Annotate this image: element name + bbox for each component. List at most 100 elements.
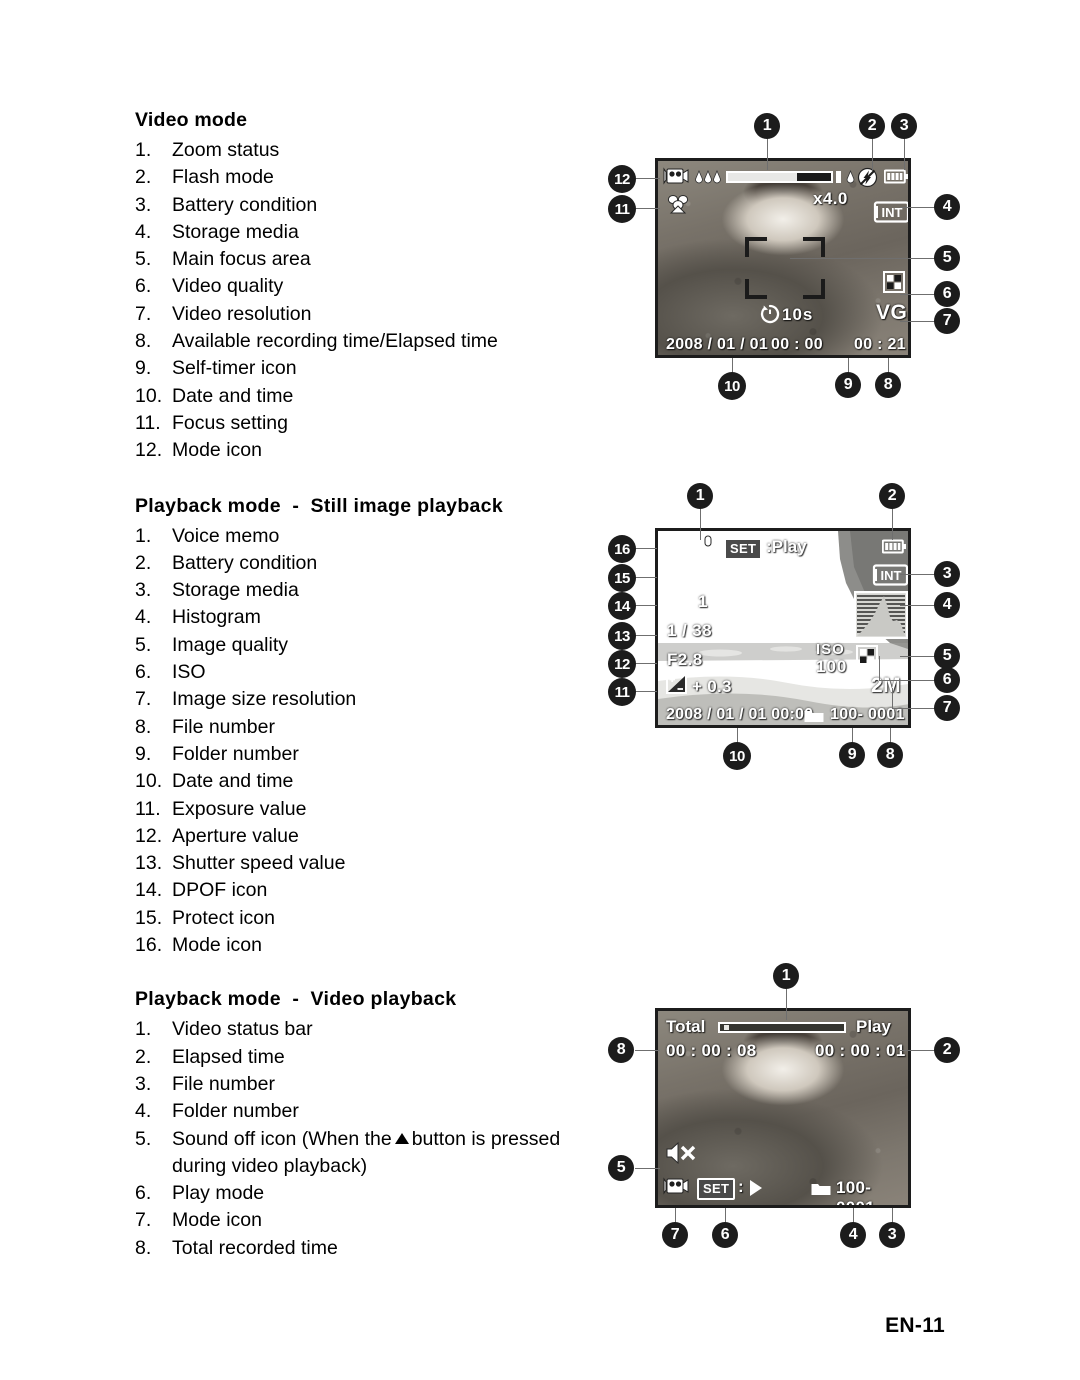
list-number: 12. bbox=[135, 824, 163, 847]
list-label: Shutter speed value bbox=[172, 852, 346, 875]
list-item: 3. Storage media bbox=[135, 577, 615, 604]
callout-4: 4 bbox=[934, 194, 960, 220]
list-number: 11. bbox=[135, 411, 161, 434]
list-item: 5. Main focus area bbox=[135, 246, 615, 273]
list-item: 5. Sound off icon (When the button is pre… bbox=[135, 1126, 598, 1181]
callout-4: 4 bbox=[840, 1222, 866, 1248]
callout-6: 6 bbox=[934, 667, 960, 693]
callout-6: 6 bbox=[712, 1222, 738, 1248]
list-label: Battery condition bbox=[172, 551, 318, 574]
play-label: Play bbox=[856, 1017, 891, 1036]
callout-13: 13 bbox=[608, 622, 636, 650]
list-label: Mode icon bbox=[172, 1209, 262, 1232]
leader-line bbox=[900, 321, 935, 322]
list-number: 2. bbox=[135, 551, 152, 574]
sound-off-text-line2: during video playback) bbox=[172, 1154, 368, 1177]
list-item: 2. Flash mode bbox=[135, 164, 615, 191]
list-item: 3. File number bbox=[135, 1071, 615, 1098]
list-number: 5. bbox=[135, 633, 152, 656]
figure-video-mode: x4.0 INT 10s VG 2008 / 01 / 01 00: 00 0… bbox=[600, 110, 1000, 400]
text-column: Video mode 1. Zoom status 2. Flash mode 3.… bbox=[135, 106, 615, 1262]
list-number: 4. bbox=[135, 606, 152, 629]
list-label: Voice memo bbox=[172, 524, 280, 547]
list-label: Zoom status bbox=[172, 139, 280, 161]
list-label: Aperture value bbox=[172, 824, 299, 847]
callout-1: 1 bbox=[754, 113, 780, 139]
exposure-compensation-icon bbox=[666, 674, 687, 699]
callout-1: 1 bbox=[773, 963, 799, 989]
list-number: 7. bbox=[135, 688, 152, 711]
sound-off-text-before: Sound off icon (When the bbox=[172, 1127, 392, 1150]
callout-10: 10 bbox=[723, 742, 751, 770]
list-item: 12. Aperture value bbox=[135, 823, 615, 850]
list-item: 1. Voice memo bbox=[135, 523, 615, 550]
video-status-bar-handle[interactable] bbox=[724, 1025, 729, 1030]
list-item: 3. Battery condition bbox=[135, 192, 615, 219]
callout-16: 16 bbox=[608, 535, 636, 563]
exposure-value: + 0.3 bbox=[692, 677, 732, 696]
list-label: Date and time bbox=[172, 770, 294, 793]
leader-line bbox=[900, 294, 935, 295]
list-number: 9. bbox=[135, 742, 152, 765]
folder-icon bbox=[811, 1181, 831, 1201]
list-number: 6. bbox=[135, 661, 152, 684]
callout-3: 3 bbox=[891, 113, 917, 139]
callout-2: 2 bbox=[859, 113, 885, 139]
elapsed-time: 00 : 00 : 01 bbox=[815, 1041, 906, 1060]
leader-line bbox=[635, 1050, 660, 1051]
set-action-label: :Play bbox=[766, 537, 807, 556]
list-number: 8. bbox=[135, 715, 152, 738]
list-item: 1. Zoom status bbox=[135, 137, 615, 164]
list-item: 2. Elapsed time bbox=[135, 1044, 615, 1071]
list-label: Video status bar bbox=[172, 1018, 313, 1041]
quality-fine-icon bbox=[856, 645, 878, 672]
list-label: Protect icon bbox=[172, 906, 275, 929]
list-label: Sound off icon (When the button is presse… bbox=[172, 1126, 598, 1181]
list-item: 8. Available recording time/Elapsed time bbox=[135, 328, 615, 355]
callout-12: 12 bbox=[608, 165, 636, 193]
list-number: 12. bbox=[135, 439, 163, 462]
list-item: 8. File number bbox=[135, 714, 615, 741]
callout-2: 2 bbox=[934, 1037, 960, 1063]
protect-key-icon bbox=[666, 568, 692, 587]
list-number: 3. bbox=[135, 193, 152, 216]
list-number: 1. bbox=[135, 524, 152, 547]
callout-8: 8 bbox=[877, 742, 903, 768]
list-item: 15. Protect icon bbox=[135, 905, 615, 932]
callout-5: 5 bbox=[934, 643, 960, 669]
callout-1: 1 bbox=[687, 483, 713, 509]
callout-6: 6 bbox=[934, 281, 960, 307]
list-playback-still: 1. Voice memo 2. Battery condition 3. Stora… bbox=[135, 523, 615, 960]
list-number: 2. bbox=[135, 1045, 152, 1068]
battery-full-icon bbox=[883, 169, 908, 189]
list-item: 6. Play mode bbox=[135, 1180, 615, 1207]
iso-value: 100 bbox=[816, 657, 848, 676]
list-label: Available recording time/Elapsed time bbox=[172, 330, 498, 353]
movie-camera-icon bbox=[663, 167, 689, 190]
list-label: Mode icon bbox=[172, 439, 262, 462]
set-key-badge: SET bbox=[724, 538, 763, 560]
figure-still-playback: SET :Play INT 1 1 / 38 F2.8 + 0.3 ISO 10… bbox=[600, 480, 1000, 770]
leader-line bbox=[635, 635, 657, 636]
list-item: 7. Mode icon bbox=[135, 1207, 615, 1234]
list-label: Video quality bbox=[172, 275, 284, 298]
storage-internal-icon: INT bbox=[872, 564, 908, 591]
leader-line bbox=[892, 505, 893, 540]
folder-file-number: 100- 0001 bbox=[836, 1178, 876, 1208]
list-item: 10. Date and time bbox=[135, 383, 615, 410]
leader-line bbox=[700, 505, 701, 540]
list-label: Image quality bbox=[172, 633, 288, 656]
leader-line bbox=[904, 135, 905, 170]
callout-11: 11 bbox=[608, 195, 636, 223]
set-key-label: SET bbox=[730, 541, 757, 556]
leader-line bbox=[635, 691, 657, 692]
list-number: 8. bbox=[135, 1236, 152, 1259]
list-label: Video resolution bbox=[172, 302, 312, 325]
list-label: Total recorded time bbox=[172, 1236, 338, 1259]
list-item: 5. Image quality bbox=[135, 632, 615, 659]
section-video-mode: Video mode 1. Zoom status 2. Flash mode 3.… bbox=[135, 106, 615, 465]
list-number: 4. bbox=[135, 220, 152, 243]
leader-line bbox=[900, 1050, 935, 1051]
callout-8: 8 bbox=[875, 372, 901, 398]
